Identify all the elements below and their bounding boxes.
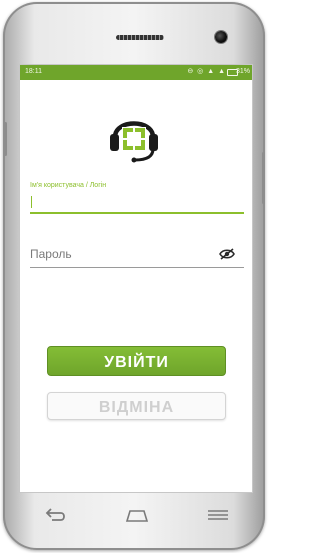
cancel-button[interactable]: ВІДМІНА — [47, 392, 226, 420]
status-time: 18:11 — [25, 68, 42, 75]
headset-support-icon — [110, 121, 158, 163]
volume-button — [4, 122, 7, 156]
back-icon[interactable] — [44, 507, 68, 523]
eye-off-icon[interactable] — [219, 248, 235, 260]
battery-percent: 31% — [235, 68, 250, 75]
menu-icon[interactable] — [206, 509, 230, 521]
login-button[interactable]: УВІЙТИ — [47, 346, 226, 376]
power-button — [262, 152, 265, 204]
username-input[interactable] — [30, 190, 244, 214]
status-icons: ⊖ ◎ ▲ ▲ — [187, 68, 226, 75]
password-input[interactable] — [30, 241, 244, 268]
front-camera — [215, 31, 227, 43]
navigation-bar — [20, 492, 252, 540]
app-screen: 18:11 ⊖ ◎ ▲ ▲ 31% Ім'я користувача / Лог… — [20, 65, 252, 492]
text-cursor — [31, 196, 32, 208]
username-label: Ім'я користувача / Логін — [30, 182, 107, 189]
home-icon[interactable] — [124, 507, 150, 523]
status-bar: 18:11 ⊖ ◎ ▲ ▲ 31% — [20, 65, 252, 80]
speaker-grille — [116, 35, 164, 40]
